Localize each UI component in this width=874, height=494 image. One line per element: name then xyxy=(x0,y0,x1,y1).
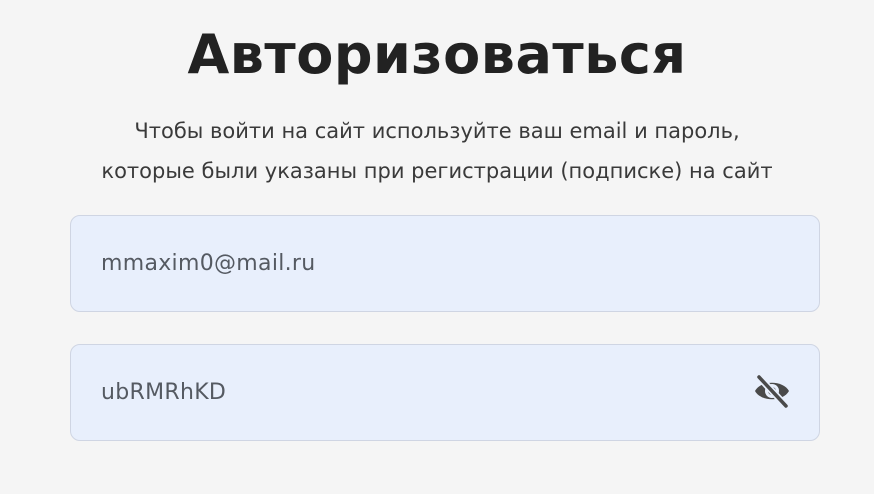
email-field[interactable] xyxy=(101,216,741,311)
email-field-container xyxy=(70,215,820,312)
password-field-container xyxy=(70,344,820,441)
login-instructions: Чтобы войти на сайт используйте ваш emai… xyxy=(40,111,834,191)
instructions-line-2: которые были указаны при регистрации (по… xyxy=(101,159,773,183)
password-visibility-toggle[interactable] xyxy=(751,373,793,413)
instructions-line-1: Чтобы войти на сайт используйте ваш emai… xyxy=(134,119,740,143)
login-page: Авторизоваться Чтобы войти на сайт испол… xyxy=(0,0,874,494)
password-field[interactable] xyxy=(101,345,741,440)
page-title: Авторизоваться xyxy=(187,23,687,86)
eye-slash-icon xyxy=(752,373,792,412)
